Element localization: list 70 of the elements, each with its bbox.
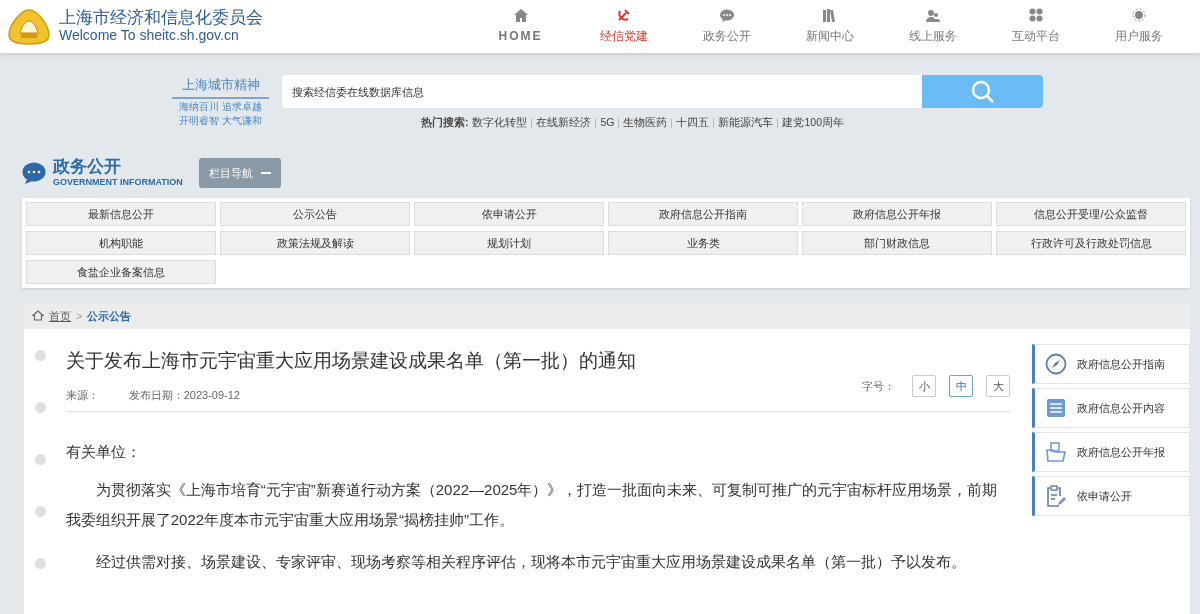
- clipboard-pen-icon: [1046, 484, 1066, 507]
- sidebar-link[interactable]: 政府信息公开指南: [1032, 343, 1190, 384]
- books-icon: [822, 8, 837, 22]
- nav-link[interactable]: 经信党建: [572, 0, 675, 53]
- breadcrumb-link[interactable]: 首页: [49, 307, 71, 324]
- hot-search-link[interactable]: 5G: [600, 115, 615, 131]
- font-size-button[interactable]: 中: [949, 374, 973, 397]
- compass-icon: [1045, 352, 1067, 375]
- hot-search-link[interactable]: 生物医药: [623, 115, 668, 131]
- home-icon: [32, 310, 44, 322]
- breadcrumb-link[interactable]: 公示公告: [87, 307, 132, 324]
- clover-icon: [1028, 8, 1043, 22]
- hot-search-link[interactable]: 建党100周年: [782, 115, 844, 131]
- category-link[interactable]: 食盐企业备案信息: [26, 259, 216, 284]
- slogan-title: 上海城市精神: [172, 75, 269, 99]
- category-link[interactable]: 部门财政信息: [802, 230, 992, 255]
- hammer-sickle-icon: [616, 8, 631, 22]
- folder-document-icon: [1046, 441, 1066, 462]
- emblem-logo: [8, 8, 50, 45]
- source-label: 来源：: [65, 388, 99, 404]
- category-link[interactable]: 业务类: [608, 230, 798, 255]
- nav-link[interactable]: 用户服务: [1087, 0, 1190, 53]
- category-link[interactable]: 行政许可及行政处罚信息: [996, 230, 1186, 255]
- home-icon: [513, 8, 528, 22]
- chat-bubble-icon: [719, 8, 734, 22]
- minus-icon: [260, 171, 271, 174]
- breadcrumb-separator: >: [76, 308, 83, 324]
- hot-search-link[interactable]: 数字化转型: [472, 115, 528, 131]
- site-subtitle: Welcome To sheitc.sh.gov.cn: [59, 28, 240, 44]
- article-paragraph: 为贯彻落实《上海市培育“元宇宙”新赛道行动方案（2022—2025年）》，打造一批面向未来、可复制可推广的元宇宙标杆应用场景，前期我委组织开展了2022年度本市元宇宙重大应用场景“揭榜挂帅”工作。: [65, 480, 999, 531]
- hot-search-link[interactable]: 新能源汽车: [718, 115, 774, 131]
- list-icon: [1046, 397, 1066, 418]
- category-link[interactable]: 公示公告: [220, 201, 410, 226]
- font-size-button[interactable]: 大: [986, 374, 1010, 397]
- hot-search-link[interactable]: 在线新经济: [536, 115, 592, 131]
- nav-link[interactable]: 政务公开: [675, 0, 778, 53]
- publish-date: 发布日期：2023-09-12: [128, 388, 240, 404]
- font-size-label: 字号：: [862, 378, 895, 394]
- nav-link[interactable]: 新闻中心: [778, 0, 881, 53]
- section-title: 政务公开: [53, 158, 122, 176]
- category-link[interactable]: 依申请公开: [414, 201, 604, 226]
- users-icon: [925, 8, 940, 22]
- font-size-button[interactable]: 小: [912, 374, 936, 397]
- nav-link[interactable]: HOME: [469, 0, 572, 53]
- slogan-line: 开明睿智 大气谦和: [179, 113, 262, 127]
- sun-icon: [1131, 8, 1146, 22]
- nav-link[interactable]: 线上服务: [881, 0, 984, 53]
- sidebar-link[interactable]: 依申请公开: [1032, 475, 1190, 516]
- sidebar-link[interactable]: 政府信息公开年报: [1032, 431, 1190, 472]
- category-link[interactable]: 最新信息公开: [26, 201, 216, 226]
- search-field[interactable]: 搜索经信委在线数据库信息: [282, 75, 922, 108]
- article-title: 关于发布上海市元宇宙重大应用场景建设成果名单（第一批）的通知: [65, 348, 637, 373]
- category-link[interactable]: 政府信息公开年报: [802, 201, 992, 226]
- slogan-line: 海纳百川 追求卓越: [179, 99, 262, 113]
- category-link[interactable]: 政策法规及解读: [220, 230, 410, 255]
- hot-search-link[interactable]: 十四五: [676, 115, 710, 131]
- category-link[interactable]: 机构职能: [26, 230, 216, 255]
- section-subtitle: GOVERNMENT INFORMATION: [53, 178, 183, 188]
- chat-bubble-icon: [22, 161, 46, 184]
- sidebar-link[interactable]: 政府信息公开内容: [1032, 387, 1190, 428]
- nav-link[interactable]: 互动平台: [984, 0, 1087, 53]
- site-title: 上海市经济和信息化委员会: [59, 9, 263, 29]
- category-link[interactable]: 信息公开受理/公众监督: [996, 201, 1186, 226]
- hot-search-label: 热门搜索:: [420, 115, 469, 130]
- salutation: 有关单位：: [65, 441, 142, 462]
- search-button[interactable]: [922, 75, 1043, 108]
- category-link[interactable]: 政府信息公开指南: [608, 201, 798, 226]
- article-paragraph: 经过供需对接、场景建设、专家评审、现场考察等相关程序评估，现将本市元宇宙重大应用场景建设成果名单（第一批）予以发布。: [94, 552, 967, 573]
- category-link[interactable]: 规划计划: [414, 230, 604, 255]
- search-icon: [970, 79, 995, 104]
